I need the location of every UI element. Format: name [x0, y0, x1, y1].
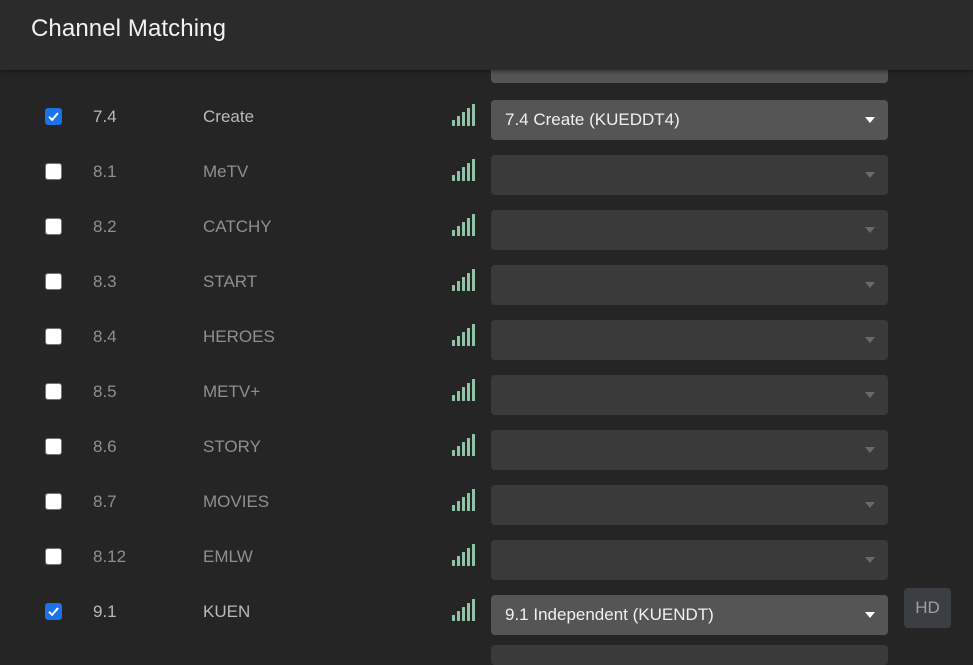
channel-match-select[interactable]	[491, 485, 888, 525]
channel-match-value: 9.1 Independent (KUENDT)	[505, 605, 714, 624]
channel-number: 8.6	[93, 437, 117, 456]
channel-name: STORY	[203, 437, 261, 456]
channel-number: 8.4	[93, 327, 117, 346]
channel-name: MOVIES	[203, 492, 270, 511]
channel-row: 8.12 EMLW	[0, 540, 973, 595]
signal-strength-icon	[452, 159, 477, 186]
channel-name: MeTV	[203, 162, 249, 181]
chevron-down-icon	[865, 612, 875, 618]
channel-name: KUEN	[203, 602, 251, 621]
channel-number: 8.5	[93, 382, 117, 401]
chevron-down-icon	[865, 337, 875, 343]
channel-row: 8.3 START	[0, 265, 973, 320]
signal-strength-icon	[452, 269, 477, 296]
channel-checkbox[interactable]	[45, 163, 62, 180]
channel-number: 8.2	[93, 217, 117, 236]
channel-name: Create	[203, 107, 255, 126]
channel-name: METV+	[203, 382, 261, 401]
channel-row: 8.2 CATCHY	[0, 210, 973, 265]
chevron-down-icon	[865, 502, 875, 508]
signal-strength-icon	[452, 599, 477, 626]
channel-number: 8.1	[93, 162, 117, 181]
channel-checkbox[interactable]	[45, 548, 62, 565]
signal-strength-icon	[452, 489, 477, 516]
channel-checkbox[interactable]	[45, 273, 62, 290]
channel-match-select[interactable]	[491, 320, 888, 360]
channel-number: 7.4	[93, 107, 117, 126]
channel-match-select[interactable]	[491, 375, 888, 415]
page-header: Channel Matching	[0, 0, 973, 70]
channel-row: 9.1 KUEN 9.1 Independent (KUENDT) HD	[0, 588, 973, 650]
signal-strength-icon	[452, 379, 477, 406]
chevron-down-icon	[865, 282, 875, 288]
channel-name: START	[203, 272, 258, 291]
channel-checkbox[interactable]	[45, 108, 62, 125]
signal-strength-icon	[452, 104, 477, 131]
hd-badge-button[interactable]: HD	[904, 588, 951, 628]
channel-row: 8.7 MOVIES	[0, 485, 973, 540]
channel-number: 8.3	[93, 272, 117, 291]
signal-strength-icon	[452, 324, 477, 351]
channel-match-select[interactable]: 7.4 Create (KUEDDT4)	[491, 100, 888, 140]
channel-number: 8.12	[93, 547, 127, 566]
channel-number: 9.1	[93, 602, 117, 621]
chevron-down-icon	[865, 392, 875, 398]
channel-row: 8.4 HEROES	[0, 320, 973, 375]
channel-match-select[interactable]	[491, 210, 888, 250]
channel-checkbox[interactable]	[45, 438, 62, 455]
chevron-down-icon	[865, 557, 875, 563]
channel-row: 8.6 STORY	[0, 430, 973, 485]
channel-row: 8.1 MeTV	[0, 155, 973, 210]
channel-match-value: 7.4 Create (KUEDDT4)	[505, 110, 680, 129]
channel-match-select[interactable]	[491, 155, 888, 195]
signal-strength-icon	[452, 434, 477, 461]
channel-checkbox[interactable]	[45, 603, 62, 620]
checkmark-icon	[48, 607, 59, 617]
channel-match-select[interactable]: 9.1 Independent (KUENDT)	[491, 595, 888, 635]
channel-row: 8.5 METV+	[0, 375, 973, 430]
channel-checkbox[interactable]	[45, 328, 62, 345]
channel-name: HEROES	[203, 327, 275, 346]
checkmark-icon	[48, 112, 59, 122]
signal-strength-icon	[452, 214, 477, 241]
signal-strength-icon	[452, 544, 477, 571]
chevron-down-icon	[865, 117, 875, 123]
channel-name: CATCHY	[203, 217, 272, 236]
chevron-down-icon	[865, 447, 875, 453]
channel-checkbox[interactable]	[45, 383, 62, 400]
channel-list: 7.4 Create 7.4 Create (KUEDDT4) 8.1 MeTV 8.2 C…	[0, 0, 973, 665]
chevron-down-icon	[865, 227, 875, 233]
channel-match-select[interactable]	[491, 265, 888, 305]
channel-match-select[interactable]	[491, 430, 888, 470]
channel-match-select[interactable]	[491, 540, 888, 580]
channel-checkbox[interactable]	[45, 493, 62, 510]
channel-checkbox[interactable]	[45, 218, 62, 235]
channel-name: EMLW	[203, 547, 253, 566]
page-title: Channel Matching	[31, 15, 227, 42]
chevron-down-icon	[865, 172, 875, 178]
channel-row: 7.4 Create 7.4 Create (KUEDDT4)	[0, 100, 973, 155]
channel-number: 8.7	[93, 492, 117, 511]
